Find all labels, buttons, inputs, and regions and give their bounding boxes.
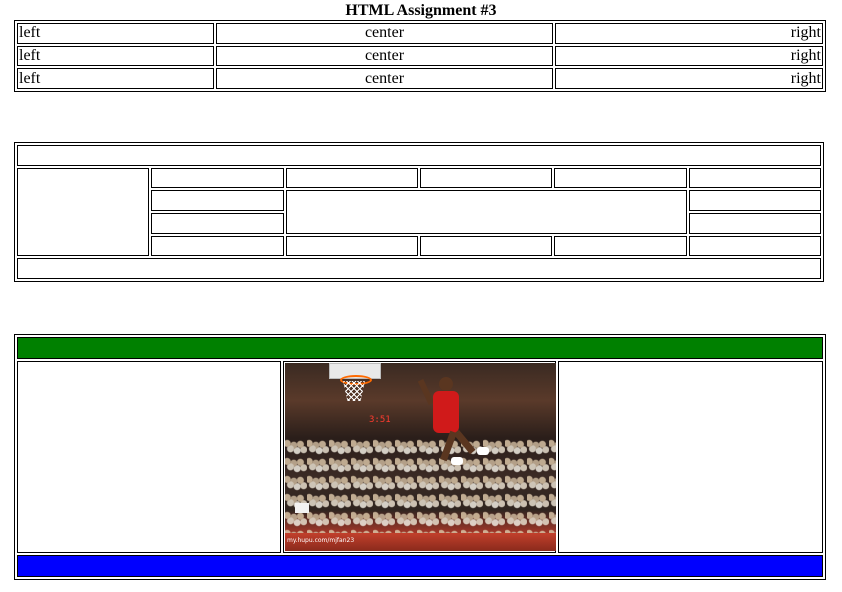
header-cell xyxy=(17,145,821,166)
grid-cell xyxy=(688,235,821,257)
grid-cell xyxy=(419,167,553,189)
grid-cell xyxy=(151,235,284,257)
player-head xyxy=(439,377,453,391)
player-jersey xyxy=(433,391,459,433)
left-empty-cell xyxy=(17,361,281,553)
cell-left: left xyxy=(17,68,214,89)
grid-cell xyxy=(419,235,553,257)
footer-cell xyxy=(17,258,821,279)
cell-center: center xyxy=(216,45,553,67)
blue-footer-bar xyxy=(17,555,823,577)
table-row xyxy=(17,258,821,279)
basketball-photo: 3:51 my.hupu.com/mjfan23 xyxy=(285,363,556,551)
table-row xyxy=(17,145,821,166)
courtside-sign xyxy=(295,503,309,513)
scoreboard-text: 3:51 xyxy=(369,415,391,425)
grid-cell xyxy=(554,167,687,189)
image-cell: 3:51 my.hupu.com/mjfan23 xyxy=(283,361,556,553)
cell-left: left xyxy=(17,45,214,67)
span-grid-table xyxy=(14,142,824,282)
side-cell xyxy=(17,167,150,257)
grid-cell xyxy=(554,235,687,257)
player-shoe xyxy=(477,447,489,455)
cell-right: right xyxy=(555,23,823,44)
grid-cell xyxy=(151,212,284,234)
player-arm xyxy=(417,378,435,406)
green-header-bar xyxy=(17,337,823,359)
cell-center: center xyxy=(216,23,553,44)
grid-cell xyxy=(151,167,284,189)
grid-cell xyxy=(285,235,418,257)
table-row xyxy=(17,167,821,257)
image-caption: my.hupu.com/mjfan23 xyxy=(287,537,355,544)
cell-center: center xyxy=(216,68,553,89)
page-title: HTML Assignment #3 xyxy=(345,2,497,19)
alignment-table: left center right left center right left… xyxy=(14,20,826,92)
crowd xyxy=(285,438,556,538)
cell-left: left xyxy=(17,23,214,44)
grid-cell xyxy=(688,167,821,189)
cell-right: right xyxy=(555,45,823,67)
grid-cell xyxy=(688,190,821,211)
center-merged-cell xyxy=(285,190,687,234)
grid-cell xyxy=(285,167,418,189)
image-table: 3:51 my.hupu.com/mjfan23 xyxy=(14,334,826,580)
table-row xyxy=(17,337,823,359)
cell-right: right xyxy=(555,68,823,89)
grid-cell xyxy=(688,212,821,234)
table-row: 3:51 my.hupu.com/mjfan23 xyxy=(17,361,823,553)
table-row: left center right xyxy=(17,68,823,89)
table-row: left center right xyxy=(17,45,823,67)
right-empty-cell xyxy=(558,361,823,553)
hoop-net xyxy=(343,381,365,401)
table-row: left center right xyxy=(17,23,823,44)
player-shoe xyxy=(451,457,463,465)
table-row xyxy=(17,555,823,577)
grid-cell xyxy=(151,190,284,211)
